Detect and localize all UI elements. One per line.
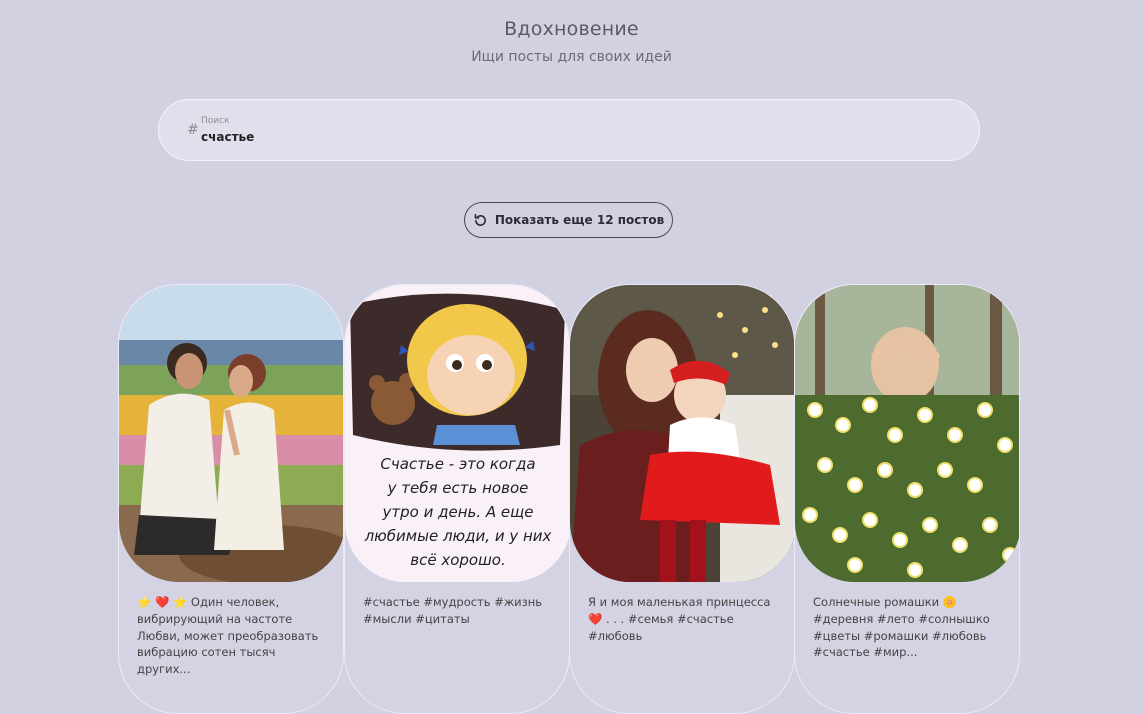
search-value[interactable]: счастье — [201, 130, 254, 144]
post-card[interactable]: Счастье - это когда у тебя есть новое ут… — [344, 284, 570, 714]
hashtag-icon: # — [187, 122, 199, 138]
post-image[interactable] — [795, 285, 1019, 582]
page-subtitle: Ищи посты для своих идей — [471, 49, 672, 65]
post-caption: Солнечные ромашки 🌼 #деревня #лето #солн… — [813, 595, 990, 660]
post-image[interactable]: Счастье - это когда у тебя есть новое ут… — [345, 285, 569, 582]
post-caption: ⭐ ❤️ ⭐ Один человек, вибрирующий на част… — [137, 595, 319, 677]
show-more-button[interactable]: Показать еще 12 постов — [464, 202, 673, 238]
post-caption: Я и моя маленькая принцесса ❤️ . . . #се… — [588, 595, 771, 643]
search-label: Поиск — [201, 116, 230, 126]
quote-line: любимые люди, и у них — [364, 527, 552, 545]
post-image[interactable] — [119, 285, 343, 582]
quote-line: утро и день. А еще — [382, 503, 534, 521]
quote-line: Счастье - это когда — [380, 455, 535, 473]
search-input[interactable]: # Поиск счастье — [158, 99, 980, 161]
quote-line: у тебя есть новое — [387, 479, 529, 497]
post-card[interactable]: Я и моя маленькая принцесса ❤️ . . . #се… — [569, 284, 795, 714]
page-title: Вдохновение — [504, 18, 639, 40]
post-image[interactable] — [570, 285, 794, 582]
post-caption: #счастье #мудрость #жизнь #мысли #цитаты — [363, 595, 543, 626]
post-card[interactable]: Солнечные ромашки 🌼 #деревня #лето #солн… — [794, 284, 1020, 714]
quote-line: всё хорошо. — [410, 551, 506, 569]
show-more-label: Показать еще 12 постов — [494, 213, 665, 227]
refresh-icon — [473, 213, 488, 228]
post-card[interactable]: ⭐ ❤️ ⭐ Один человек, вибрирующий на част… — [118, 284, 344, 714]
